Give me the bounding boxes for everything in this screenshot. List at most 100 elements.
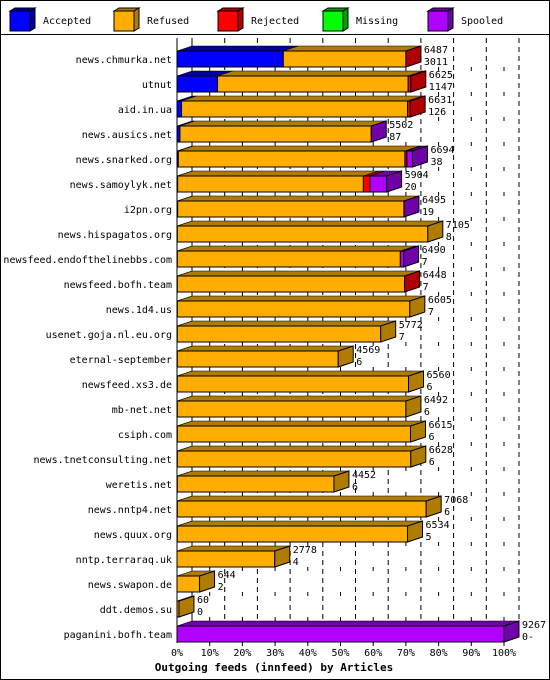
bar-segment-refused [176,500,427,518]
accepted-value-label: 7 [428,307,434,318]
category-label: csiph.com [118,430,172,441]
bar-segment-spooled [369,175,388,193]
bar-segment-spooled [176,625,505,643]
bar-top-refused [176,545,290,552]
bar-top-refused [177,270,420,277]
accepted-value-label: 20 [405,182,417,193]
accepted-value-label: 6 [427,382,433,393]
bar-top-refused [177,395,421,402]
category-label: usenet.goja.nl.eu.org [46,330,172,341]
category-label: news.samoylyk.net [70,180,172,191]
bar-segment-refused [176,575,201,593]
bar-segment-refused [176,525,409,543]
legend-swatch-missing [322,10,344,32]
bar-segment-rejected [362,175,371,193]
bar-top-refused [283,45,421,52]
stacked-bar-chart: Accepted Refused Rejected Missing Spooled 0%… [3,7,546,674]
x-tick-label: 80% [430,648,448,659]
category-label: eternal-september [70,355,172,366]
bar-top-refused [177,345,354,352]
offered-value-label: 5502 [389,120,413,131]
accepted-value-label: 0- [522,632,534,643]
bar-segment-refused [176,250,401,268]
accepted-value-label: 126 [428,107,446,118]
bar-segment-refused [176,225,429,243]
category-label: news.swapon.de [88,580,172,591]
offered-value-label: 6490 [422,245,446,256]
offered-value-label: 6448 [423,270,447,281]
bar-top-refused [177,245,416,252]
bar-segment-refused [176,350,339,368]
accepted-value-label: 7 [423,282,429,293]
bar-top-refused [181,95,423,102]
offered-value-label: 6628 [429,445,453,456]
accepted-value-label: 6 [424,407,430,418]
accepted-value-label: 6 [428,432,434,443]
bar-segment-refused [177,175,364,193]
bar-top-refused [217,70,424,77]
category-label: newsfeed.endofthelinebbs.com [3,255,172,266]
offered-value-label: 6631 [428,95,452,106]
offered-value-label: 5904 [405,170,429,181]
x-tick-label: 20% [233,648,251,659]
legend-swatch-spooled [427,10,449,32]
x-axis-title: Outgoing feeds (innfeed) by Articles [155,661,393,674]
legend-swatch-side [237,7,244,32]
x-tick-label: 60% [364,648,382,659]
bar-segment-refused [176,400,407,418]
legend-swatch-side [447,7,454,32]
legend-swatch-refused [113,10,135,32]
bar-segment-spooled [406,150,413,168]
bar-segment-accepted [176,75,219,93]
bar-top-refused [177,320,396,327]
offered-value-label: 6495 [422,195,446,206]
offered-value-label: 6560 [427,370,451,381]
category-label: news.1d4.us [106,305,172,316]
bar-segment-refused [177,200,405,218]
offered-value-label: 7068 [444,495,468,506]
offered-value-label: 4569 [356,345,380,356]
x-tick-label: 70% [397,648,415,659]
category-label: nntp.terraraq.uk [76,555,172,566]
category-label: news.quux.org [94,530,172,541]
legend-swatch-rejected [217,10,239,32]
legend-label-refused: Refused [147,16,189,27]
bar-segment-refused [217,75,409,93]
bar-top-refused [177,295,425,302]
category-label: aid.in.ua [118,105,172,116]
bar-segment-refused [177,150,406,168]
x-tick-label: 10% [201,648,219,659]
x-tick-label: 50% [331,648,349,659]
accepted-value-label: 3011 [424,57,448,68]
category-label: i2pn.org [124,205,172,216]
category-label: newsfeed.xs3.de [82,380,172,391]
bar-segment-refused [282,50,407,68]
bar-top-refused [177,495,442,502]
bar-segment-refused [179,125,372,143]
bar-segment-refused [181,100,409,118]
offered-value-label: 5772 [399,320,423,331]
bar-top-spooled [176,620,520,627]
category-label: news.chmurka.net [76,55,172,66]
legend-swatch-accepted [9,10,31,32]
category-label: utnut [142,80,172,91]
offered-value-label: 6625 [429,70,453,81]
x-tick-label: 100% [492,648,516,659]
accepted-value-label: 8 [446,232,452,243]
bar-segment-refused [176,325,382,343]
category-label: weretis.net [106,480,172,491]
category-label: ddt.demos.su [100,605,172,616]
category-label: news.nntp4.net [88,505,172,516]
accepted-value-label: 38 [430,157,442,168]
accepted-value-label: 7 [399,332,405,343]
legend-label-spooled: Spooled [461,16,503,27]
accepted-value-label: 2 [218,582,224,593]
bar-segment-accepted [176,100,183,118]
bar-segment-refused [176,425,411,443]
bar-top-refused [179,120,387,127]
bar-top-refused [177,520,423,527]
legend-swatch-side [133,7,140,32]
legend-label-accepted: Accepted [43,16,91,27]
offered-value-label: 6694 [430,145,454,156]
accepted-value-label: 7 [422,257,428,268]
